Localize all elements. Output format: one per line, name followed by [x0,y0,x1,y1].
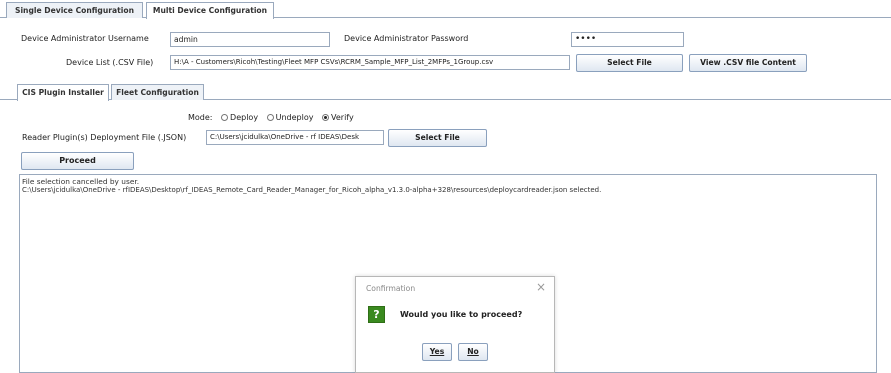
view-csv-content-button[interactable]: View .CSV file Content [689,54,807,72]
mode-option-undeploy[interactable]: Undeploy [261,113,313,122]
reader-plugin-field[interactable]: C:\Users\jcidulka\OneDrive - rf IDEAS\De… [206,130,384,145]
radio-deploy-icon[interactable] [221,114,229,121]
dialog-close-icon[interactable]: × [536,280,546,294]
device-list-select-file-button[interactable]: Select File [576,54,683,72]
reader-plugin-label: Reader Plugin(s) Deployment File (.JSON) [22,133,187,142]
device-list-label: Device List (.CSV File) [66,58,154,67]
username-label: Device Administrator Username [21,34,149,43]
password-field[interactable]: •••• [571,32,684,47]
username-field[interactable]: admin [170,32,330,47]
dialog-no-button[interactable]: No [458,343,488,361]
sub-tab-strip: CIS Plugin Installer Fleet Configuration [0,82,891,101]
tab-fleet-configuration[interactable]: Fleet Configuration [111,84,204,100]
tab-cis-plugin-installer[interactable]: CIS Plugin Installer [17,84,109,101]
log-line: C:\Users\jcidulka\OneDrive - rfIDEAS\Des… [22,186,602,194]
proceed-button[interactable]: Proceed [21,152,134,170]
radio-undeploy-icon[interactable] [266,114,274,121]
dialog-yes-button[interactable]: Yes [422,343,452,361]
mode-label: Mode: [188,113,213,122]
dialog-message: Would you like to proceed? [400,310,523,319]
radio-verify-icon[interactable] [322,114,330,121]
device-list-field[interactable]: H:\A - Customers\Ricoh\Testing\Fleet MFP… [170,55,570,70]
top-tab-strip: Single Device Configuration Multi Device… [0,0,891,19]
password-label: Device Administrator Password [344,34,469,43]
confirmation-dialog: Confirmation × ? Would you like to proce… [355,276,555,373]
tab-multi-device-configuration[interactable]: Multi Device Configuration [146,2,274,19]
tab-single-device-configuration[interactable]: Single Device Configuration [6,2,143,18]
reader-plugin-select-file-button[interactable]: Select File [388,129,487,147]
question-icon: ? [368,306,385,323]
log-line: File selection cancelled by user. [22,177,140,186]
mode-option-deploy[interactable]: Deploy [215,113,258,122]
dialog-title: Confirmation [366,284,416,293]
mode-option-verify[interactable]: Verify [316,113,354,122]
mode-group: Mode: Deploy Undeploy Verify [188,113,354,122]
